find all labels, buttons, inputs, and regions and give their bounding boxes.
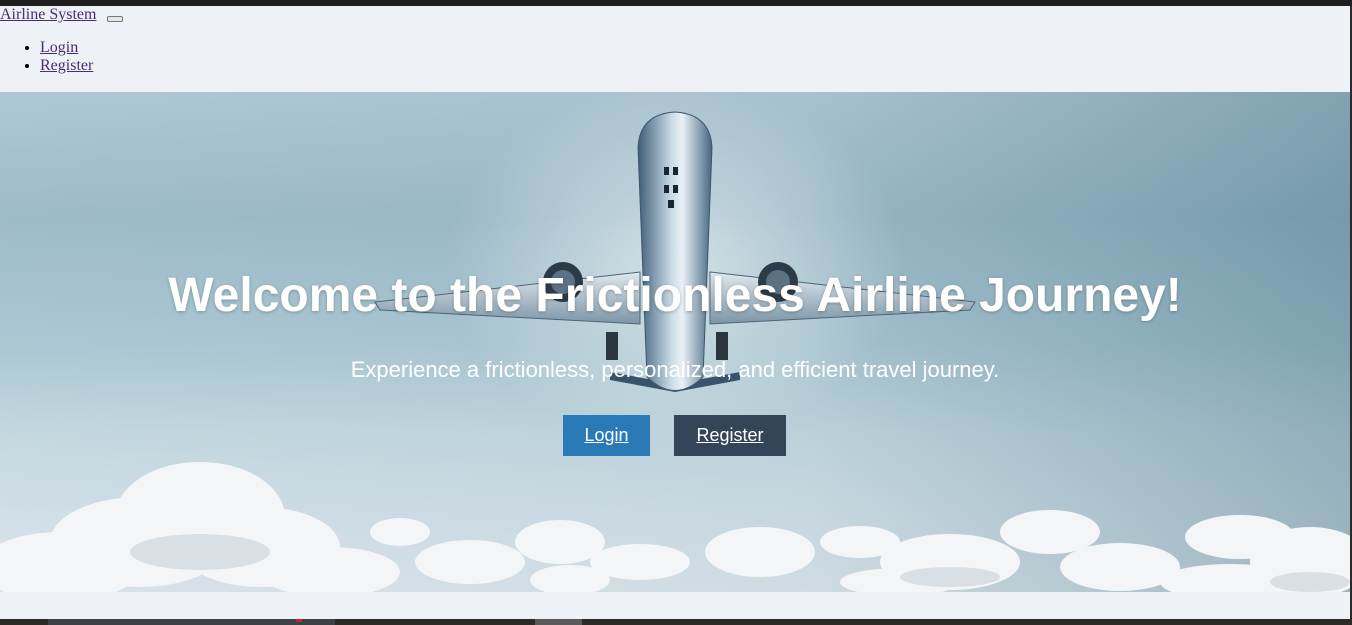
nav-item-register: Register xyxy=(40,57,93,75)
taskbar-segment xyxy=(48,619,335,625)
taskbar-marker xyxy=(296,619,302,622)
hero-title: Welcome to the Frictionless Airline Jour… xyxy=(168,269,1182,322)
hero-subtitle: Experience a frictionless, personalized,… xyxy=(350,357,1000,382)
nav-menu: Login Register xyxy=(0,39,93,75)
nav-register-link[interactable]: Register xyxy=(40,57,93,74)
page: Airline System Login Register xyxy=(0,6,1350,625)
taskbar-strip xyxy=(0,619,1352,625)
hero-section: Welcome to the Frictionless Airline Jour… xyxy=(0,92,1350,592)
hero-login-button[interactable]: Login xyxy=(563,415,650,456)
navbar: Airline System Login Register xyxy=(0,6,1350,92)
taskbar-segment xyxy=(535,619,582,625)
hero-register-button[interactable]: Register xyxy=(674,415,786,456)
navbar-toggler-icon[interactable] xyxy=(107,16,123,22)
brand-link[interactable]: Airline System xyxy=(0,6,96,24)
nav-item-login: Login xyxy=(40,39,93,57)
nav-login-link[interactable]: Login xyxy=(40,39,78,56)
